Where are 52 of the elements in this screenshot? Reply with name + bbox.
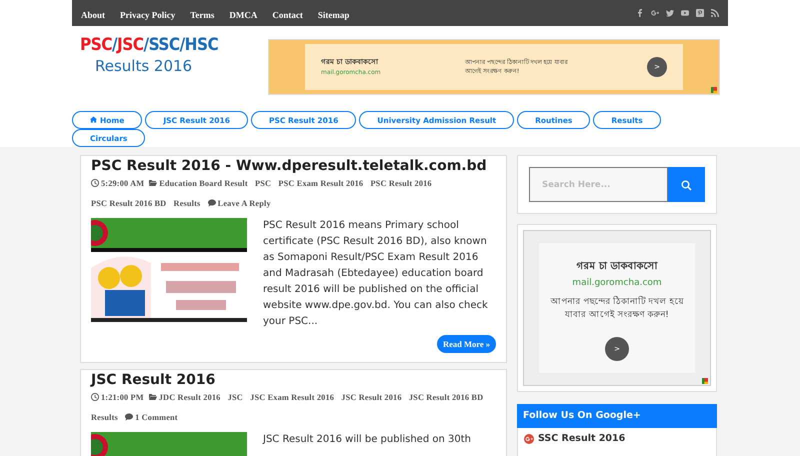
comment-icon — [125, 413, 134, 421]
logo-subtitle[interactable]: Results 2016 — [80, 56, 260, 76]
tag-link[interactable]: Education Board Result — [159, 179, 248, 188]
pinterest-icon — [696, 9, 704, 17]
ad-title: গরম চা ডাকবাকসো — [576, 260, 659, 274]
google-plus-icon — [651, 9, 659, 17]
comments-link[interactable]: 1 Comment — [125, 413, 178, 422]
tag-link[interactable]: JSC — [228, 393, 243, 402]
ad-choices-icon — [702, 378, 708, 384]
folder-icon — [148, 393, 157, 401]
ad-choices-icon — [711, 87, 717, 93]
comments-link[interactable]: Leave A Reply — [208, 199, 271, 208]
google-plus-icon — [524, 434, 534, 444]
post-title[interactable]: PSC Result 2016 - Www.dperesult.teletalk.com.bd — [91, 158, 496, 174]
top-menu-link[interactable]: DMCA — [229, 10, 258, 20]
tag-link[interactable]: Results — [174, 199, 200, 208]
logo-title[interactable]: PSC/JSC/SSC/HSC — [80, 34, 260, 56]
top-menu-link[interactable]: Contact — [272, 10, 303, 20]
top-menu-link[interactable]: Privacy Policy — [120, 10, 176, 20]
ad-url: mail.goromcha.com — [571, 277, 663, 290]
post-title[interactable]: JSC Result 2016 — [91, 372, 496, 388]
tag-link[interactable]: Results — [91, 413, 118, 422]
twitter-icon — [666, 9, 674, 17]
search-icon — [681, 180, 692, 191]
ad-message: আপনার পছন্দের ঠিকানাটি দখল হয়ে যাবার আগেই সংরক্ষণ করুন! — [549, 296, 685, 322]
post-excerpt: JSC Result 2016 will be published on 30th — [263, 433, 471, 447]
tag-link[interactable]: JSC Result 2016 — [341, 393, 402, 402]
facebook-icon — [636, 9, 644, 17]
tag-link[interactable]: PSC Exam Result 2016 — [278, 179, 364, 188]
post-time: 5:29:00 AM — [91, 179, 144, 188]
top-menu-link[interactable]: About — [81, 10, 106, 20]
clock-icon — [91, 179, 99, 187]
youtube-icon — [681, 9, 689, 17]
home-icon — [90, 116, 97, 123]
clock-icon — [91, 393, 99, 401]
top-menu-link[interactable]: Sitemap — [318, 10, 350, 20]
tag-link[interactable]: JDC Result 2016 — [158, 393, 220, 402]
read-more-button[interactable]: Read More » — [436, 335, 496, 353]
top-menu-link[interactable]: Terms — [190, 10, 214, 20]
post-excerpt: PSC Result 2016 means Primary school certificate (PSC Result 2016 BD), also known as Somaponi Result/PSC Exam Result 2016 and Madrasah (Ebtedayee) education board result 2016 will be published on the official website www.dpe.gov.bd. You can also check your PSC... — [263, 219, 489, 329]
folder-icon — [149, 179, 158, 187]
tag-link[interactable]: JSC Exam Result 2016 — [250, 393, 334, 402]
tag-link[interactable]: PSC — [255, 179, 272, 188]
post-time: 1:21:00 PM — [91, 393, 144, 402]
search-button[interactable] — [668, 167, 705, 202]
search-field[interactable]: Search Here... — [529, 167, 668, 202]
tag-link[interactable]: PSC Result 2016 — [370, 179, 432, 188]
tag-link[interactable]: JSC Result 2016 BD — [408, 393, 484, 402]
comment-icon — [208, 199, 216, 207]
rss-icon — [711, 9, 719, 17]
widget-title: Follow Us On Google+ — [517, 404, 717, 428]
tag-link[interactable]: PSC Result 2016 BD — [91, 199, 166, 208]
